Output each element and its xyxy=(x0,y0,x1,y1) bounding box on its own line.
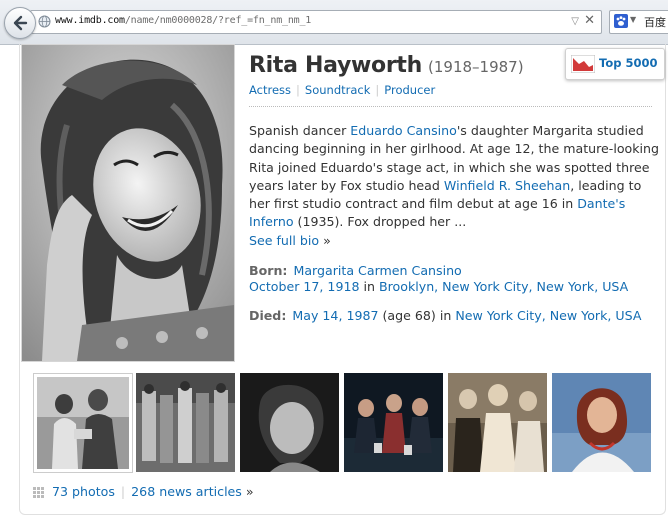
death-date-link[interactable]: May 14, 1987 xyxy=(292,308,378,323)
photo-thumbnail[interactable] xyxy=(33,373,133,473)
header-divider xyxy=(249,106,652,107)
photos-link[interactable]: 73 photos xyxy=(52,484,115,499)
bio-text-part: (1935). Fox dropped her ... xyxy=(293,214,467,230)
thumb-image xyxy=(344,373,443,472)
search-engine-box[interactable]: ▼ 百度 xyxy=(609,10,668,34)
photo-thumbnail[interactable] xyxy=(240,373,339,472)
died-label: Died: xyxy=(249,308,287,323)
separator: | xyxy=(375,83,380,97)
birth-place-link[interactable]: Brooklyn, New York City, New York, USA xyxy=(379,279,628,294)
starmeter-label: Top 5000 xyxy=(599,56,658,70)
url-path: /name/nm0000028/?ref_=fn_nm_nm_1 xyxy=(124,15,312,26)
profession-producer-link[interactable]: Producer xyxy=(384,83,435,97)
photo-thumbnail[interactable] xyxy=(552,373,651,472)
birth-name-link[interactable]: Margarita Carmen Cansino xyxy=(293,263,461,278)
born-info: Born: Margarita Carmen Cansino October 17,… xyxy=(249,263,659,295)
news-articles-link[interactable]: 268 news articles xyxy=(131,484,242,499)
death-place-link[interactable]: New York City, New York, USA xyxy=(455,308,641,323)
grid-icon xyxy=(33,487,44,498)
photo-thumbnail[interactable] xyxy=(448,373,547,472)
photo-thumbnail[interactable] xyxy=(344,373,443,472)
baidu-paw-icon xyxy=(614,14,628,28)
profession-soundtrack-link[interactable]: Soundtrack xyxy=(305,83,370,97)
back-arrow-icon xyxy=(13,15,28,31)
life-years: (1918–1987) xyxy=(428,58,524,76)
died-info: Died: May 14, 1987 (age 68) in New York C… xyxy=(249,308,659,324)
separator: | xyxy=(120,484,126,499)
profile-photo[interactable] xyxy=(21,44,235,362)
thumb-image xyxy=(37,377,129,469)
globe-icon xyxy=(38,15,51,28)
bio-text: Spanish dancer Eduardo Cansino's daughte… xyxy=(249,122,659,250)
born-label: Born: xyxy=(249,263,288,278)
birth-date-link[interactable]: October 17, 1918 xyxy=(249,279,359,294)
thumb-image xyxy=(552,373,651,472)
browser-toolbar: www.imdb.com/name/nm0000028/?ref_=fn_nm_… xyxy=(0,0,668,45)
bio-text-part: Spanish dancer xyxy=(249,123,351,138)
profession-links: Actress | Soundtrack | Producer xyxy=(249,83,435,97)
starmeter-badge[interactable]: Top 5000 xyxy=(565,48,665,80)
in-word: in xyxy=(363,279,375,294)
eduardo-cansino-link[interactable]: Eduardo Cansino xyxy=(350,123,457,138)
thumb-image xyxy=(240,373,339,472)
winfield-sheehan-link[interactable]: Winfield R. Sheehan xyxy=(444,178,570,193)
portrait-image xyxy=(22,45,234,361)
url-host: www.imdb.com xyxy=(55,15,125,26)
back-button[interactable] xyxy=(4,7,36,39)
close-icon[interactable]: ✕ xyxy=(584,13,595,28)
thumb-image xyxy=(136,373,235,472)
see-full-bio-link[interactable]: See full bio xyxy=(249,233,319,248)
search-engine-label: 百度 xyxy=(644,16,666,29)
photo-thumbnail[interactable] xyxy=(136,373,235,472)
raquo-icon: » xyxy=(323,232,331,248)
person-name: Rita Hayworth xyxy=(249,53,422,78)
age-at-death: (age 68) in xyxy=(382,308,452,323)
thumb-image xyxy=(448,373,547,472)
engine-dropdown-icon[interactable]: ▼ xyxy=(630,15,636,24)
raquo-icon: » xyxy=(245,484,254,499)
url-text[interactable]: www.imdb.com/name/nm0000028/?ref_=fn_nm_… xyxy=(55,15,311,26)
dropdown-arrow-icon[interactable]: ▽ xyxy=(571,16,579,27)
media-links: 73 photos | 268 news articles » xyxy=(33,484,254,499)
profession-actress-link[interactable]: Actress xyxy=(249,83,291,97)
name-header: Rita Hayworth (1918–1987) xyxy=(249,53,524,78)
starmeter-icon xyxy=(571,55,595,73)
separator: | xyxy=(296,83,300,97)
address-bar[interactable]: www.imdb.com/name/nm0000028/?ref_=fn_nm_… xyxy=(30,10,602,34)
